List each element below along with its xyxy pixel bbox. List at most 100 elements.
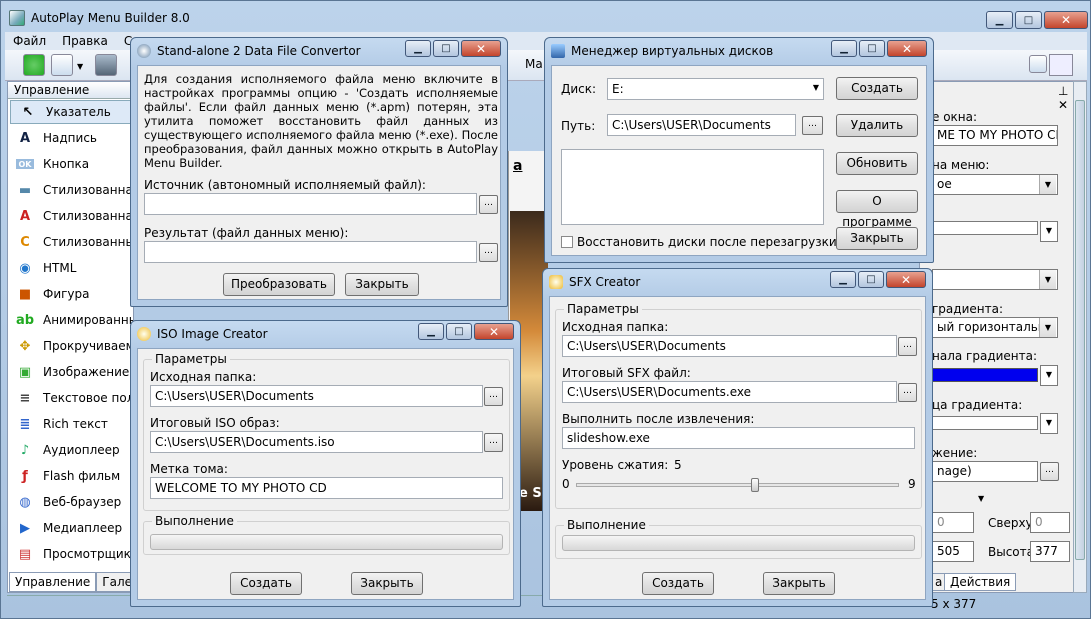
convertor-maximize-button[interactable]: □ — [433, 40, 459, 57]
tool-item[interactable]: ↖ Указатель — [10, 100, 131, 124]
maximize-button[interactable]: □ — [1015, 11, 1042, 29]
menu-file[interactable]: Файл — [5, 34, 54, 48]
tool-item[interactable]: ◉ HTML — [8, 255, 133, 281]
iso-maximize-button[interactable]: □ — [446, 323, 472, 340]
sfx-compression-slider[interactable] — [751, 478, 760, 492]
iso-volume-field[interactable]: WELCOME TO MY PHOTO CD — [150, 477, 503, 499]
menu-edit[interactable]: Правка — [54, 34, 116, 48]
vdisk-path-browse[interactable]: … — [802, 116, 823, 135]
sfx-run-field[interactable]: slideshow.exe — [562, 427, 915, 449]
open-dropdown-icon[interactable]: ▼ — [77, 62, 83, 71]
vdisk-create-button[interactable]: Создать — [836, 77, 918, 100]
prop-gradient-start-color[interactable] — [932, 368, 1038, 382]
sfx-output-browse[interactable]: … — [898, 383, 917, 402]
tab-control[interactable]: Управление — [9, 572, 97, 592]
iso-output-label: Итоговый ISO образ: — [150, 416, 280, 430]
prop-window-title-field[interactable]: ME TO MY PHOTO CD — [932, 125, 1058, 146]
sfx-source-browse[interactable]: … — [898, 337, 917, 356]
iso-output-field[interactable]: C:\Users\USER\Documents.iso — [150, 431, 483, 453]
properties-scrollbar[interactable] — [1073, 81, 1087, 593]
convertor-result-browse[interactable]: … — [479, 243, 498, 262]
open-icon[interactable] — [51, 54, 73, 76]
iso-close-button[interactable]: ✕ — [474, 323, 514, 340]
prop-color-dropdown[interactable]: ▼ — [1040, 221, 1058, 242]
tool-item[interactable]: OK Кнопка — [8, 151, 133, 177]
prop-gradient-start-dropdown[interactable]: ▼ — [1040, 365, 1058, 386]
styled-text-icon: A — [19, 208, 31, 224]
sfx-compression-max: 9 — [908, 477, 916, 491]
iso-source-field[interactable]: C:\Users\USER\Documents — [150, 385, 483, 407]
tool-item[interactable]: ▬ Стилизованная к — [8, 177, 133, 203]
tool-item-label: Изображение — [43, 365, 130, 379]
vdisk-close-dialog-button[interactable]: Закрыть — [836, 227, 918, 250]
prop-gradient-select[interactable]: ый горизонтальны ▼ — [932, 317, 1058, 338]
iso-source-browse[interactable]: … — [484, 387, 503, 406]
tool-item[interactable]: ▣ Изображение — [8, 359, 133, 385]
vdisk-restore-checkbox[interactable] — [561, 236, 573, 248]
convertor-result-field[interactable] — [144, 241, 477, 263]
vdisk-disk-label: Диск: — [561, 82, 597, 96]
tool-item[interactable]: A Стилизованная н — [8, 203, 133, 229]
sfx-maximize-button[interactable]: □ — [858, 271, 884, 288]
convertor-source-field[interactable] — [144, 193, 477, 215]
tool-item[interactable]: ab Анимированный — [8, 307, 133, 333]
tool-item[interactable]: A Надпись — [8, 125, 133, 151]
prop-gradient-end-dropdown[interactable]: ▼ — [1040, 413, 1058, 434]
expand-arrow-icon[interactable]: ▼ — [978, 494, 984, 503]
new-icon[interactable] — [23, 54, 45, 76]
tool-item[interactable]: ƒ Flash фильм — [8, 463, 133, 489]
tool-item[interactable]: ≡ Текстовое поле — [8, 385, 133, 411]
pin-icon[interactable]: ⊥ ✕ — [1058, 84, 1073, 112]
prop-height-field[interactable]: 377 — [1030, 541, 1070, 562]
sfx-create-button[interactable]: Создать — [642, 572, 714, 595]
tool-item[interactable]: ♪ Аудиоплеер — [8, 437, 133, 463]
save-icon[interactable] — [95, 54, 117, 76]
vdisk-path-field[interactable]: C:\Users\USER\Documents — [607, 114, 796, 136]
tool-item[interactable]: ✥ Прокручиваем — [8, 333, 133, 359]
close-button[interactable]: ✕ — [1044, 11, 1088, 29]
tool-item[interactable]: ◍ Веб-браузер — [8, 489, 133, 515]
prop-image-field[interactable]: nage) — [932, 461, 1038, 482]
tab-actions[interactable]: Действия — [944, 573, 1017, 591]
sfx-close-dialog-button[interactable]: Закрыть — [763, 572, 835, 595]
iso-output-browse[interactable]: … — [484, 433, 503, 452]
prop-gradient-end-color[interactable] — [932, 416, 1038, 430]
iso-minimize-button[interactable]: ▁ — [418, 323, 444, 340]
vdisk-refresh-button[interactable]: Обновить — [836, 152, 918, 175]
vdisk-about-button[interactable]: О программе — [836, 190, 918, 229]
iso-close-dialog-button[interactable]: Закрыть — [351, 572, 423, 595]
prop-color-box[interactable] — [932, 221, 1038, 235]
convertor-minimize-button[interactable]: ▁ — [405, 40, 431, 57]
convertor-close-dialog-button[interactable]: Закрыть — [345, 273, 419, 296]
prop-fill-select[interactable]: ▼ — [932, 269, 1058, 290]
vdisk-maximize-button[interactable]: □ — [859, 40, 885, 57]
help-button[interactable] — [1049, 54, 1073, 76]
vdisk-minimize-button[interactable]: ▁ — [831, 40, 857, 57]
tool-item[interactable]: ▶ Медиаплеер — [8, 515, 133, 541]
sfx-minimize-button[interactable]: ▁ — [830, 271, 856, 288]
sfx-source-field[interactable]: C:\Users\USER\Documents — [562, 335, 897, 357]
vdisk-close-button[interactable]: ✕ — [887, 40, 927, 57]
tool-item-label: Анимированный — [43, 313, 133, 327]
convertor-source-browse[interactable]: … — [479, 195, 498, 214]
tool-item[interactable]: ≣ Rich текст — [8, 411, 133, 437]
minimize-button[interactable]: ▁ — [986, 11, 1013, 29]
prop-x-field[interactable]: 0 — [932, 512, 974, 533]
prop-menu-select[interactable]: ое ▼ — [932, 174, 1058, 195]
tool-item[interactable]: C Стилизованный — [8, 229, 133, 255]
heart-icon[interactable] — [1029, 55, 1047, 73]
prop-width-field[interactable]: 505 — [932, 541, 974, 562]
vdisk-disk-select[interactable]: E: ▼ — [607, 78, 824, 100]
prop-top-field[interactable]: 0 — [1030, 512, 1070, 533]
vdisk-list[interactable] — [561, 149, 824, 225]
sfx-close-button[interactable]: ✕ — [886, 271, 926, 288]
convertor-convert-button[interactable]: Преобразовать — [223, 273, 335, 296]
iso-create-button[interactable]: Создать — [230, 572, 302, 595]
tool-item[interactable]: ▤ Просмотрщик Р — [8, 541, 133, 567]
tool-item-label: Надпись — [43, 131, 97, 145]
tool-item[interactable]: ■ Фигура — [8, 281, 133, 307]
prop-image-browse[interactable]: … — [1040, 462, 1059, 481]
sfx-output-field[interactable]: C:\Users\USER\Documents.exe — [562, 381, 897, 403]
vdisk-delete-button[interactable]: Удалить — [836, 114, 918, 137]
convertor-close-button[interactable]: ✕ — [461, 40, 501, 57]
